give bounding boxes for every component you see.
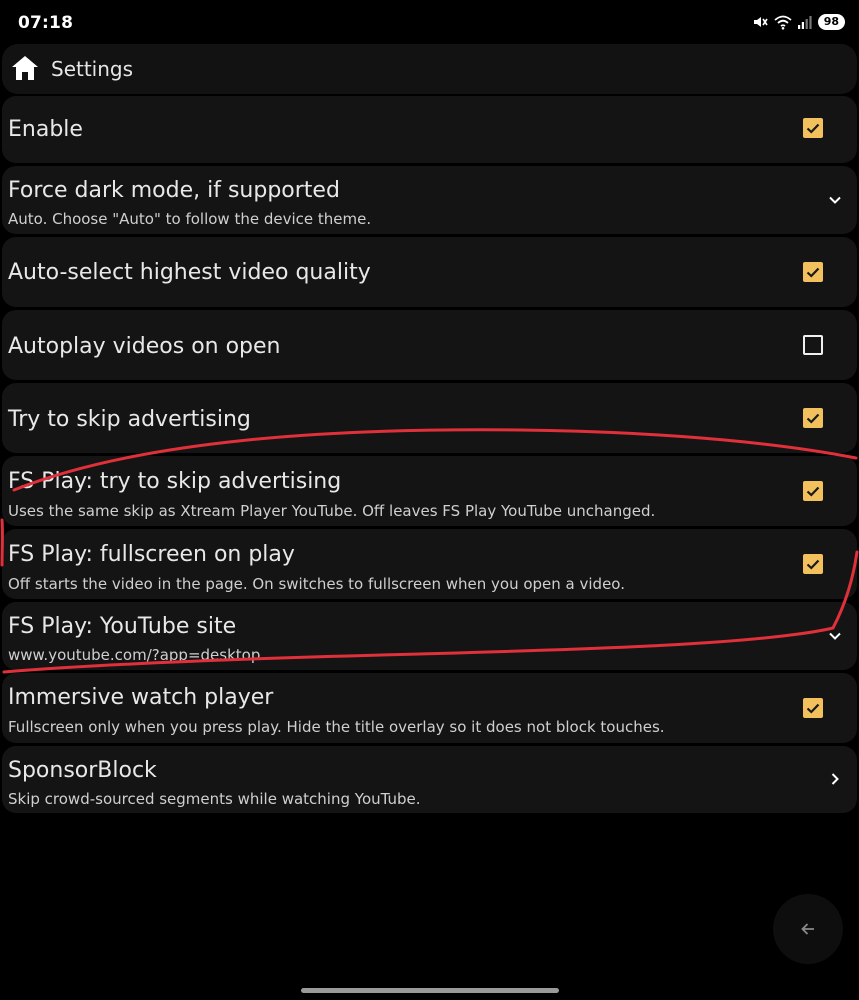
setting-subtitle: Off starts the video in the page. On swi… [8, 575, 625, 593]
status-icons: 98 [752, 14, 845, 30]
setting-subtitle: Skip crowd-sourced segments while watchi… [8, 790, 421, 808]
wifi-icon [774, 15, 792, 30]
setting-title: FS Play: try to skip advertising [8, 469, 342, 494]
setting-skip-advertising[interactable]: Try to skip advertising [2, 383, 857, 453]
chevron-down-icon[interactable] [827, 192, 843, 208]
chevron-right-icon[interactable] [827, 771, 843, 787]
setting-subtitle: Uses the same skip as Xtream Player YouT… [8, 502, 656, 520]
gesture-nav-handle[interactable] [301, 988, 559, 993]
setting-title: Force dark mode, if supported [8, 178, 340, 203]
skip-ads-checkbox[interactable] [803, 408, 823, 428]
setting-fs-play-youtube-site[interactable]: FS Play: YouTube site www.youtube.com/?a… [2, 602, 857, 670]
arrow-left-icon [801, 923, 814, 935]
battery-icon: 98 [817, 14, 845, 30]
setting-force-dark-mode[interactable]: Force dark mode, if supported Auto. Choo… [2, 166, 857, 234]
setting-enable[interactable]: Enable [2, 96, 857, 163]
setting-subtitle: www.youtube.com/?app=desktop [8, 646, 261, 664]
home-icon[interactable] [11, 55, 39, 81]
chevron-down-icon[interactable] [827, 628, 843, 644]
auto-quality-checkbox[interactable] [803, 262, 823, 282]
setting-auto-select-quality[interactable]: Auto-select highest video quality [2, 237, 857, 307]
page-title: Settings [51, 57, 134, 81]
setting-fs-play-skip-ads[interactable]: FS Play: try to skip advertising Uses th… [2, 456, 857, 526]
setting-autoplay[interactable]: Autoplay videos on open [2, 310, 857, 380]
mute-icon [753, 17, 768, 27]
status-bar: 07:18 98 [0, 0, 859, 44]
status-time: 07:18 [18, 13, 74, 33]
setting-title: FS Play: fullscreen on play [8, 542, 295, 567]
setting-title: Auto-select highest video quality [8, 260, 371, 285]
setting-fs-play-fullscreen[interactable]: FS Play: fullscreen on play Off starts t… [2, 529, 857, 599]
fs-fullscreen-checkbox[interactable] [803, 554, 823, 574]
setting-title: SponsorBlock [8, 758, 157, 783]
autoplay-checkbox[interactable] [803, 335, 823, 355]
setting-title: Try to skip advertising [8, 407, 251, 432]
signal-icon [797, 16, 812, 29]
setting-subtitle: Fullscreen only when you press play. Hid… [8, 718, 665, 736]
setting-immersive-player[interactable]: Immersive watch player Fullscreen only w… [2, 673, 857, 743]
immersive-checkbox[interactable] [803, 698, 823, 718]
setting-subtitle: Auto. Choose "Auto" to follow the device… [8, 210, 372, 228]
setting-title: FS Play: YouTube site [8, 614, 237, 639]
setting-title: Autoplay videos on open [8, 334, 281, 359]
app-header: Settings [2, 44, 857, 94]
setting-sponsorblock[interactable]: SponsorBlock Skip crowd-sourced segments… [2, 746, 857, 813]
setting-title: Enable [8, 117, 83, 142]
back-button[interactable] [773, 894, 843, 964]
enable-checkbox[interactable] [803, 118, 823, 138]
fs-skip-ads-checkbox[interactable] [803, 481, 823, 501]
setting-title: Immersive watch player [8, 685, 274, 710]
